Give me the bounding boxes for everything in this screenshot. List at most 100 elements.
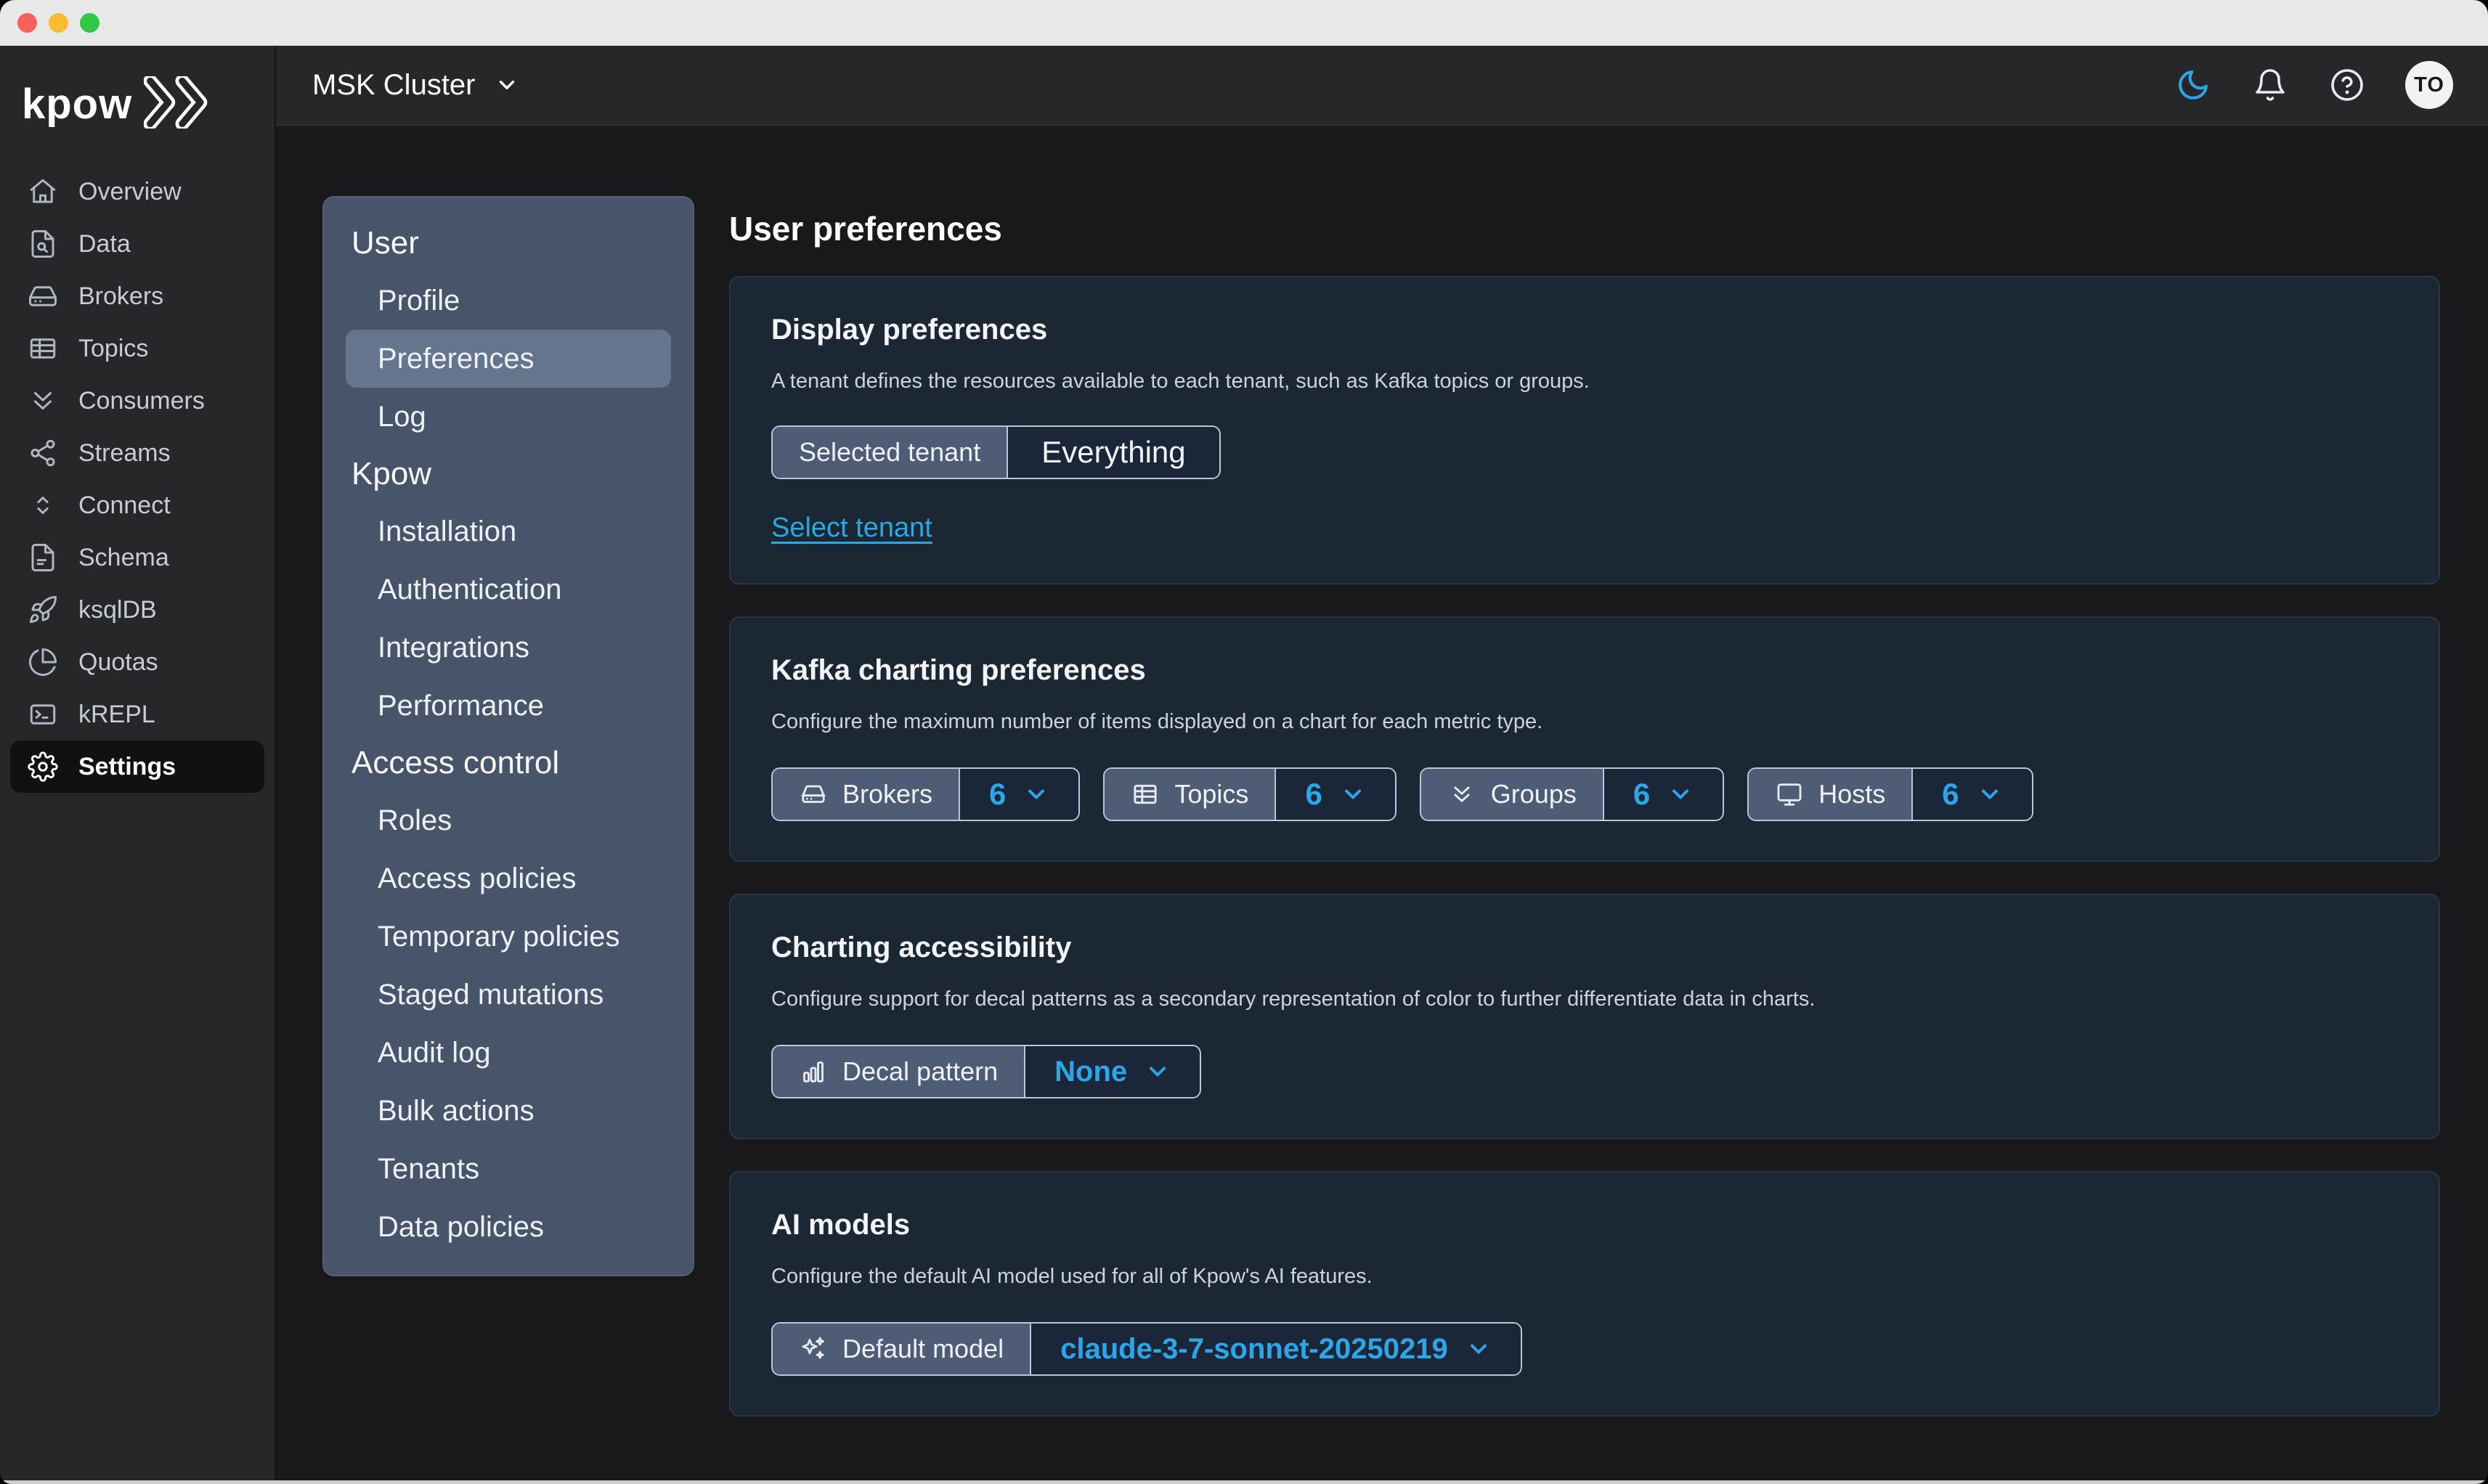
pie-chart-icon xyxy=(28,647,58,677)
settings-section-user: User xyxy=(324,215,693,272)
file-text-icon xyxy=(28,542,58,573)
settings-nav-bulk-actions[interactable]: Bulk actions xyxy=(324,1082,693,1140)
sidebar-item-label: Settings xyxy=(78,753,176,781)
groups-chart-limit-select[interactable]: Groups 6 xyxy=(1420,767,1724,821)
bar-chart-icon xyxy=(799,1057,828,1086)
sidebar-item-ksqldb[interactable]: ksqlDB xyxy=(0,584,275,636)
settings-nav-profile[interactable]: Profile xyxy=(324,272,693,330)
kafka-charting-card: Kafka charting preferences Configure the… xyxy=(729,616,2440,862)
control-value: 6 xyxy=(989,777,1006,812)
control-label: Decal pattern xyxy=(842,1056,998,1087)
chevron-down-icon xyxy=(1023,781,1049,807)
ai-models-card: AI models Configure the default AI model… xyxy=(729,1171,2440,1416)
titlebar xyxy=(0,0,2488,46)
tenant-scope-everything-option[interactable]: Everything xyxy=(1007,427,1219,478)
user-avatar[interactable]: TO xyxy=(2405,61,2453,109)
card-description: A tenant defines the resources available… xyxy=(771,370,2398,394)
moon-icon xyxy=(2176,68,2211,102)
tenant-scope-toggle: Selected tenant Everything xyxy=(771,425,1221,479)
tenant-scope-selected-tenant-option[interactable]: Selected tenant xyxy=(773,427,1007,478)
card-title: Display preferences xyxy=(771,314,2398,346)
notifications-button[interactable] xyxy=(2251,66,2289,104)
sparkles-icon xyxy=(799,1334,828,1363)
sidebar-item-schema[interactable]: Schema xyxy=(0,531,275,584)
sidebar-item-brokers[interactable]: Brokers xyxy=(0,270,275,322)
sidebar-item-krepl[interactable]: kREPL xyxy=(0,688,275,741)
settings-nav-log[interactable]: Log xyxy=(324,388,693,446)
settings-nav-integrations[interactable]: Integrations xyxy=(324,619,693,677)
bell-icon xyxy=(2253,68,2288,102)
kpow-logo-text: kpow xyxy=(22,80,132,129)
topics-chart-limit-select[interactable]: Topics 6 xyxy=(1103,767,1396,821)
chevron-down-icon xyxy=(495,73,519,97)
unfold-icon xyxy=(28,490,58,521)
display-preferences-card: Display preferences A tenant defines the… xyxy=(729,276,2440,584)
terminal-icon xyxy=(28,699,58,730)
control-value: 6 xyxy=(1633,777,1650,812)
share-icon xyxy=(28,438,58,468)
charting-accessibility-card: Charting accessibility Configure support… xyxy=(729,894,2440,1139)
table-icon xyxy=(28,333,58,364)
default-model-select[interactable]: Default model claude-3-7-sonnet-20250219 xyxy=(771,1322,1522,1376)
sidebar-item-topics[interactable]: Topics xyxy=(0,322,275,375)
table-icon xyxy=(1131,780,1160,809)
sidebar-item-overview[interactable]: Overview xyxy=(0,166,275,218)
settings-section-access-control: Access control xyxy=(324,735,693,791)
dark-mode-toggle[interactable] xyxy=(2174,66,2212,104)
decal-pattern-select[interactable]: Decal pattern None xyxy=(771,1045,1201,1098)
settings-nav-authentication[interactable]: Authentication xyxy=(324,560,693,619)
sidebar-nav: Overview Data Brokers Topics Consumers xyxy=(0,160,275,793)
kpow-logo: kpow xyxy=(0,46,275,160)
control-label: Groups xyxy=(1491,779,1577,810)
card-title: Charting accessibility xyxy=(771,931,2398,964)
sidebar-item-label: ksqlDB xyxy=(78,596,157,624)
settings-nav-tenants[interactable]: Tenants xyxy=(324,1140,693,1198)
sidebar-item-data[interactable]: Data xyxy=(0,218,275,270)
settings-nav-roles[interactable]: Roles xyxy=(324,791,693,849)
settings-nav-data-policies[interactable]: Data policies xyxy=(324,1198,693,1256)
cluster-selector-label: MSK Cluster xyxy=(312,69,476,102)
sidebar-item-settings[interactable]: Settings xyxy=(10,741,264,793)
topbar: MSK Cluster TO xyxy=(276,46,2488,126)
sidebar-item-label: Connect xyxy=(78,492,171,520)
settings-nav-staged-mutations[interactable]: Staged mutations xyxy=(324,966,693,1024)
kpow-logo-chevrons-icon xyxy=(144,76,216,132)
help-button[interactable] xyxy=(2328,66,2366,104)
close-window-button[interactable] xyxy=(17,13,37,33)
settings-nav-preferences[interactable]: Preferences xyxy=(346,330,671,388)
control-label: Default model xyxy=(842,1334,1004,1364)
settings-nav-access-policies[interactable]: Access policies xyxy=(324,849,693,908)
sidebar-item-label: Streams xyxy=(78,439,171,468)
chevron-down-icon xyxy=(1340,781,1366,807)
hosts-chart-limit-select[interactable]: Hosts 6 xyxy=(1747,767,2033,821)
sidebar-item-connect[interactable]: Connect xyxy=(0,479,275,531)
settings-nav-installation[interactable]: Installation xyxy=(324,502,693,560)
sidebar-item-label: Consumers xyxy=(78,387,205,415)
chevron-down-icon xyxy=(1667,781,1694,807)
chevrons-down-icon xyxy=(1447,780,1476,809)
minimize-window-button[interactable] xyxy=(49,13,68,33)
control-label: Brokers xyxy=(842,779,932,810)
cluster-selector[interactable]: MSK Cluster xyxy=(312,69,519,102)
chevron-down-icon xyxy=(1977,781,2003,807)
select-tenant-link[interactable]: Select tenant xyxy=(771,513,932,544)
brokers-chart-limit-select[interactable]: Brokers 6 xyxy=(771,767,1080,821)
traffic-lights xyxy=(17,13,99,33)
sidebar-item-consumers[interactable]: Consumers xyxy=(0,375,275,427)
settings-nav-panel: User Profile Preferences Log Kpow Instal… xyxy=(322,196,694,1276)
sidebar-item-streams[interactable]: Streams xyxy=(0,427,275,479)
card-title: Kafka charting preferences xyxy=(771,654,2398,687)
zoom-window-button[interactable] xyxy=(80,13,99,33)
control-label: Topics xyxy=(1174,779,1248,810)
settings-nav-temporary-policies[interactable]: Temporary policies xyxy=(324,908,693,966)
gear-icon xyxy=(28,751,58,782)
main-panel: User preferences Display preferences A t… xyxy=(729,196,2440,1448)
chevrons-down-icon xyxy=(28,386,58,416)
settings-nav-performance[interactable]: Performance xyxy=(324,677,693,735)
sidebar-item-quotas[interactable]: Quotas xyxy=(0,636,275,688)
sidebar: kpow Overview Data xyxy=(0,46,276,1480)
settings-nav-audit-log[interactable]: Audit log xyxy=(324,1024,693,1082)
help-circle-icon xyxy=(2330,68,2365,102)
settings-section-kpow: Kpow xyxy=(324,446,693,502)
sidebar-item-label: Brokers xyxy=(78,282,163,311)
